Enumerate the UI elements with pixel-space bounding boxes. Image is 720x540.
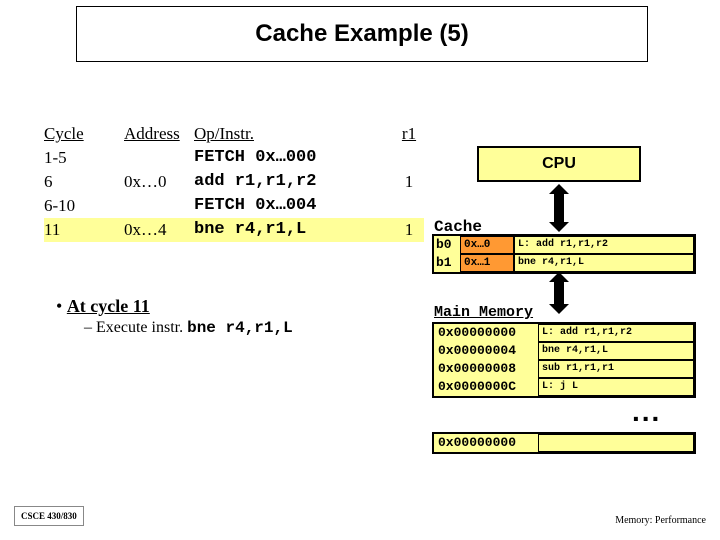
bullet-sub: Execute instr. bne r4,r1,L [84,319,293,337]
mem-row: 0x00000000 L: add r1,r1,r2 [434,324,694,342]
mem-row: 0x0000000C L: j L [434,378,694,396]
page-title: Cache Example (5) [255,20,468,48]
trace-row: 1-5 FETCH 0x…000 [44,146,424,170]
mem-row: 0x00000004 bne r4,r1,L [434,342,694,360]
cache-box: b0 0x…0 L: add r1,r1,r2 b1 0x…1 bne r4,r… [432,234,696,274]
arrow-cache-mem [554,282,564,304]
arrow-cpu-cache [554,194,564,222]
footer-left: CSCE 430/830 [14,506,84,526]
hdr-r1: r1 [394,122,424,146]
memory-box-2: 0x00000000 [432,432,696,454]
title-frame: Cache Example (5) [76,6,648,62]
hdr-addr: Address [124,122,194,146]
trace-row-highlighted: 11 0x…4 bne r4,r1,L 1 [44,218,424,242]
cpu-box: CPU [477,146,641,182]
bullet-list: At cycle 11 Execute instr. bne r4,r1,L [56,296,293,337]
trace-table: Cycle Address Op/Instr. r1 1-5 FETCH 0x…… [44,122,424,242]
memory-label: Main Memory [434,304,533,321]
trace-header: Cycle Address Op/Instr. r1 [44,122,424,146]
ellipsis: ... [632,396,661,428]
memory-box: 0x00000000 L: add r1,r1,r2 0x00000004 bn… [432,322,696,398]
mem-row: 0x00000008 sub r1,r1,r1 [434,360,694,378]
bullet-main: At cycle 11 [56,296,293,317]
cache-row: b1 0x…1 bne r4,r1,L [434,254,694,272]
cache-row: b0 0x…0 L: add r1,r1,r2 [434,236,694,254]
trace-row: 6 0x…0 add r1,r1,r2 1 [44,170,424,194]
footer-right: Memory: Performance [615,515,706,526]
hdr-cycle: Cycle [44,122,124,146]
trace-row: 6-10 FETCH 0x…004 [44,194,424,218]
hdr-op: Op/Instr. [194,122,394,146]
